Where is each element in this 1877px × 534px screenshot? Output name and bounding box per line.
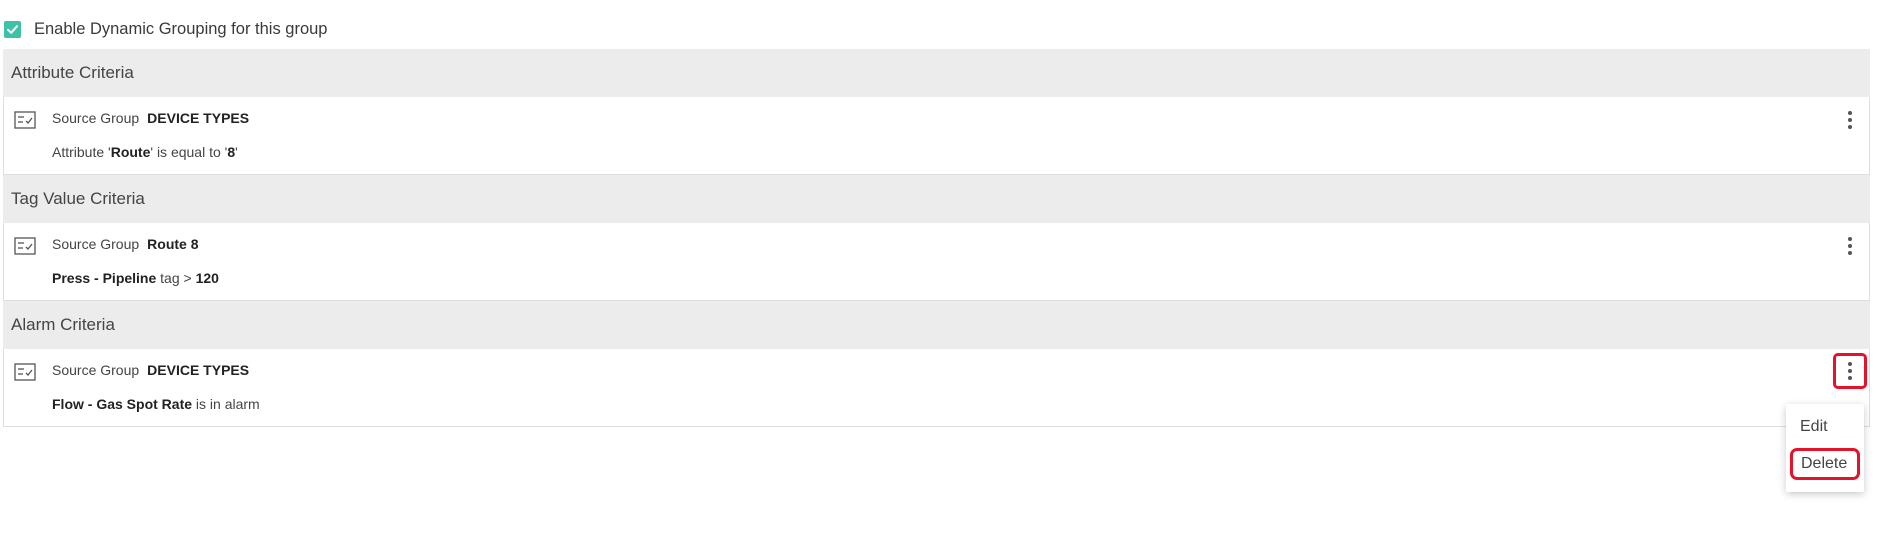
criteria-text: ' is equal to ' <box>150 144 228 160</box>
source-group-line: Source Group DEVICE TYPES <box>52 362 249 378</box>
criteria-checklist-icon <box>14 111 36 129</box>
criteria-text: Attribute ' <box>52 144 111 160</box>
criteria-text: is in alarm <box>192 396 260 412</box>
source-group-label: Source Group <box>52 236 140 252</box>
criteria-card: Source Group DEVICE TYPES Attribute 'Rout… <box>3 97 1870 175</box>
alarm-criteria-section: Alarm Criteria Source Group DEVICE TYPES … <box>3 301 1870 427</box>
source-group-value: DEVICE TYPES <box>147 110 250 126</box>
more-options-icon[interactable] <box>1843 235 1857 257</box>
more-options-icon[interactable] <box>1843 109 1857 131</box>
criteria-text: tag > <box>156 270 196 286</box>
criteria-card: Source Group Route 8 Press - Pipeline tag… <box>3 223 1870 301</box>
attribute-value: 8 <box>227 144 236 160</box>
source-group-line: Source Group DEVICE TYPES <box>52 110 249 126</box>
criteria-description: Press - Pipeline tag > 120 <box>52 270 219 286</box>
menu-item-delete[interactable]: Delete <box>1790 448 1860 480</box>
criteria-checklist-icon <box>14 363 36 381</box>
menu-item-edit[interactable]: Edit <box>1786 418 1864 436</box>
alarm-tag-name: Flow - Gas Spot Rate <box>52 396 193 412</box>
tag-value-criteria-section: Tag Value Criteria Source Group Route 8 P… <box>3 175 1870 301</box>
source-group-value: DEVICE TYPES <box>147 362 250 378</box>
attribute-criteria-section: Attribute Criteria Source Group DEVICE TY… <box>3 49 1870 175</box>
criteria-text: ' <box>235 144 238 160</box>
attribute-name: Route <box>110 144 151 160</box>
checkbox-checked-icon[interactable] <box>4 20 21 38</box>
source-group-value: Route 8 <box>147 236 199 252</box>
criteria-description: Flow - Gas Spot Rate is in alarm <box>52 396 260 412</box>
enable-dynamic-grouping-checkbox[interactable]: Enable Dynamic Grouping for this group <box>4 18 328 40</box>
criteria-checklist-icon <box>14 237 36 255</box>
criteria-card: Source Group DEVICE TYPES Flow - Gas Spot… <box>3 349 1870 427</box>
source-group-label: Source Group <box>52 362 140 378</box>
section-header: Alarm Criteria <box>3 301 1870 349</box>
source-group-line: Source Group Route 8 <box>52 236 199 252</box>
tag-name: Press - Pipeline <box>52 270 157 286</box>
more-options-icon[interactable] <box>1833 353 1867 389</box>
tag-threshold: 120 <box>195 270 219 286</box>
context-menu: Edit Delete <box>1786 404 1864 492</box>
enable-dynamic-grouping-label: Enable Dynamic Grouping for this group <box>34 19 328 38</box>
source-group-label: Source Group <box>52 110 140 126</box>
section-header: Attribute Criteria <box>3 49 1870 97</box>
criteria-description: Attribute 'Route' is equal to '8' <box>52 144 238 160</box>
section-header: Tag Value Criteria <box>3 175 1870 223</box>
